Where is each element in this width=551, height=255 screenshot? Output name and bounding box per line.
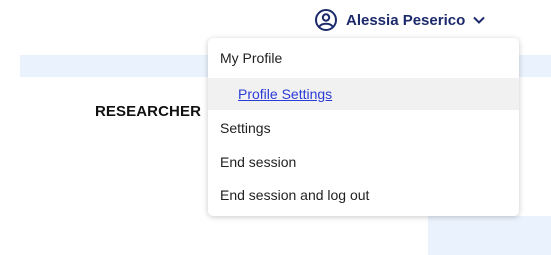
menu-item-end-session-log-out[interactable]: End session and log out [208,179,519,211]
user-menu-toggle[interactable]: Alessia Peserico [314,8,485,32]
side-panel [428,216,551,255]
menu-item-profile-settings[interactable]: Profile Settings [208,78,519,110]
user-name: Alessia Peserico [346,11,466,29]
section-heading: RESEARCHER [95,103,202,120]
menu-item-settings[interactable]: Settings [208,112,519,144]
chevron-down-icon [473,16,485,24]
menu-item-my-profile[interactable]: My Profile [208,42,519,74]
account-circle-icon [314,8,338,32]
user-dropdown-menu: My Profile Profile Settings Settings End… [208,38,519,216]
menu-item-end-session[interactable]: End session [208,146,519,178]
